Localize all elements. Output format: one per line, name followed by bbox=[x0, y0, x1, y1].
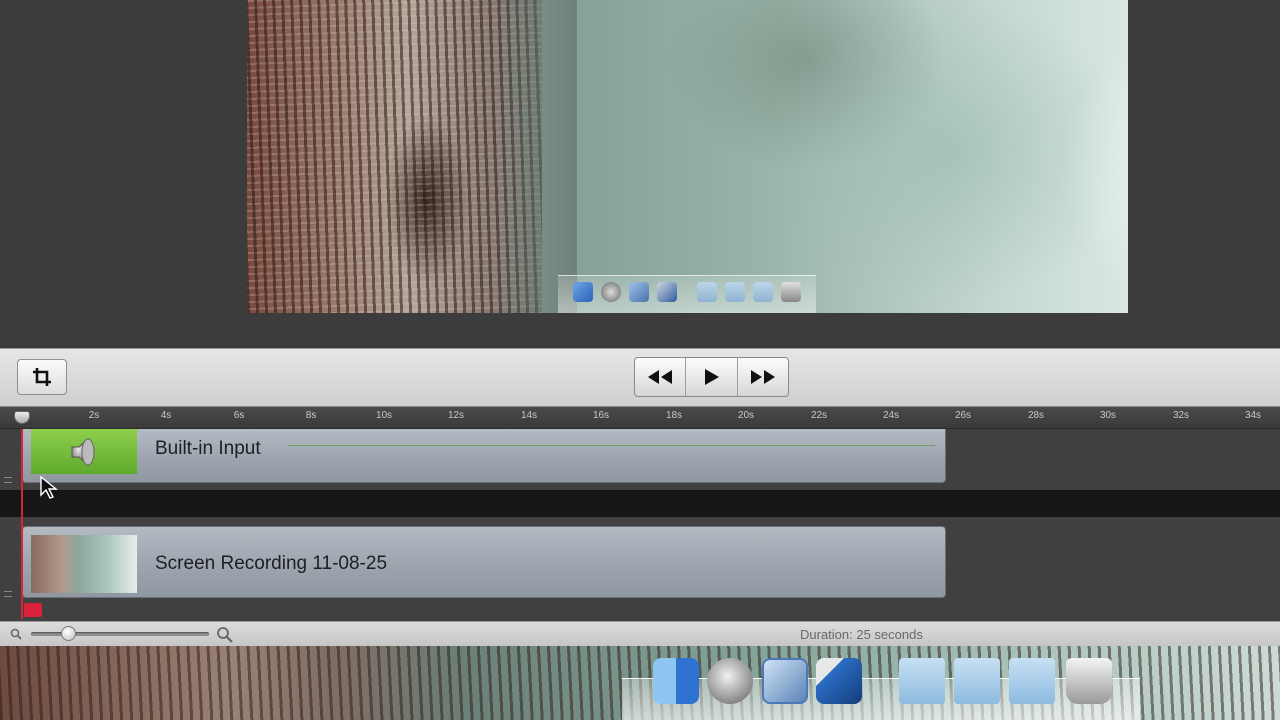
preview-finder-icon bbox=[573, 282, 593, 302]
crop-button[interactable] bbox=[17, 359, 67, 395]
preview-launchpad-icon bbox=[601, 282, 621, 302]
preview-mail-icon bbox=[629, 282, 649, 302]
speaker-icon bbox=[71, 437, 95, 466]
mail-icon[interactable] bbox=[762, 658, 808, 704]
ruler-tick-label: 12s bbox=[447, 410, 465, 421]
crop-icon bbox=[33, 368, 51, 386]
video-preview bbox=[247, 0, 1128, 313]
duration-label: Duration: 25 seconds bbox=[800, 627, 923, 642]
mouse-cursor-icon bbox=[40, 476, 58, 499]
ruler-tick-label: 2s bbox=[88, 410, 100, 421]
transport-controls bbox=[634, 357, 789, 397]
video-clip-thumbnail bbox=[31, 535, 137, 593]
trash-icon[interactable] bbox=[1066, 658, 1112, 704]
audio-clip-label: Built-in Input bbox=[155, 438, 261, 459]
track-separator bbox=[0, 490, 1280, 517]
ruler-tick-label: 24s bbox=[882, 410, 900, 421]
preview-downloads-folder-icon bbox=[753, 282, 773, 302]
rewind-icon bbox=[648, 370, 673, 384]
ruler-tick-label: 8s bbox=[305, 410, 317, 421]
ruler-tick-label: 22s bbox=[810, 410, 828, 421]
preview-applications-folder-icon bbox=[697, 282, 717, 302]
play-button[interactable] bbox=[686, 358, 738, 396]
video-track-grip[interactable] bbox=[4, 591, 12, 597]
dock bbox=[622, 678, 1140, 720]
finder-icon[interactable] bbox=[653, 658, 699, 704]
launchpad-icon[interactable] bbox=[707, 658, 753, 704]
zoom-slider-knob[interactable] bbox=[61, 626, 76, 641]
zoom-slider-track[interactable] bbox=[31, 632, 209, 636]
ruler-tick-label: 34s bbox=[1244, 410, 1262, 421]
playhead-line bbox=[21, 429, 23, 619]
preview-blur-edge bbox=[497, 0, 577, 313]
preview-documents-folder-icon bbox=[725, 282, 745, 302]
zoom-out-icon[interactable] bbox=[10, 628, 22, 640]
screen-recording-editor: 2s 4s 6s 8s 10s 12s 14s 16s 18s 20s 22s … bbox=[0, 0, 1280, 720]
ruler-tick-label: 16s bbox=[592, 410, 610, 421]
ruler-tick-label: 30s bbox=[1099, 410, 1117, 421]
audio-clip-thumbnail bbox=[31, 429, 137, 474]
audio-waveform bbox=[288, 445, 935, 446]
preview-video-icon bbox=[657, 282, 677, 302]
zoom-in-icon[interactable] bbox=[216, 626, 233, 643]
ruler-tick-label: 28s bbox=[1027, 410, 1045, 421]
timeline-ruler[interactable]: 2s 4s 6s 8s 10s 12s 14s 16s 18s 20s 22s … bbox=[0, 407, 1280, 429]
audio-track-grip[interactable] bbox=[4, 477, 12, 483]
playhead-handle[interactable] bbox=[14, 411, 30, 424]
playhead-foot[interactable] bbox=[24, 603, 42, 617]
ruler-tick-label: 20s bbox=[737, 410, 755, 421]
downloads-folder-icon[interactable] bbox=[1009, 658, 1055, 704]
video-clip[interactable]: Screen Recording 11-08-25 bbox=[22, 526, 946, 598]
video-clip-label: Screen Recording 11-08-25 bbox=[155, 553, 388, 574]
ruler-tick-label: 4s bbox=[160, 410, 172, 421]
ruler-tick-label: 18s bbox=[665, 410, 683, 421]
preview-dock bbox=[558, 275, 816, 313]
audio-clip[interactable]: Built-in Input bbox=[22, 429, 946, 483]
documents-folder-icon[interactable] bbox=[954, 658, 1000, 704]
ruler-tick-label: 14s bbox=[520, 410, 538, 421]
fast-forward-button[interactable] bbox=[738, 358, 788, 396]
play-icon bbox=[705, 369, 720, 385]
screen-recorder-icon[interactable] bbox=[816, 658, 862, 704]
rewind-button[interactable] bbox=[635, 358, 687, 396]
toolbar bbox=[0, 348, 1280, 407]
ruler-tick-label: 6s bbox=[233, 410, 245, 421]
applications-folder-icon[interactable] bbox=[899, 658, 945, 704]
status-bar: Duration: 25 seconds bbox=[0, 621, 1280, 646]
preview-trash-icon bbox=[781, 282, 801, 302]
ruler-tick-label: 32s bbox=[1172, 410, 1190, 421]
ruler-tick-label: 10s bbox=[375, 410, 393, 421]
ruler-tick-label: 26s bbox=[954, 410, 972, 421]
fast-forward-icon bbox=[750, 370, 775, 384]
